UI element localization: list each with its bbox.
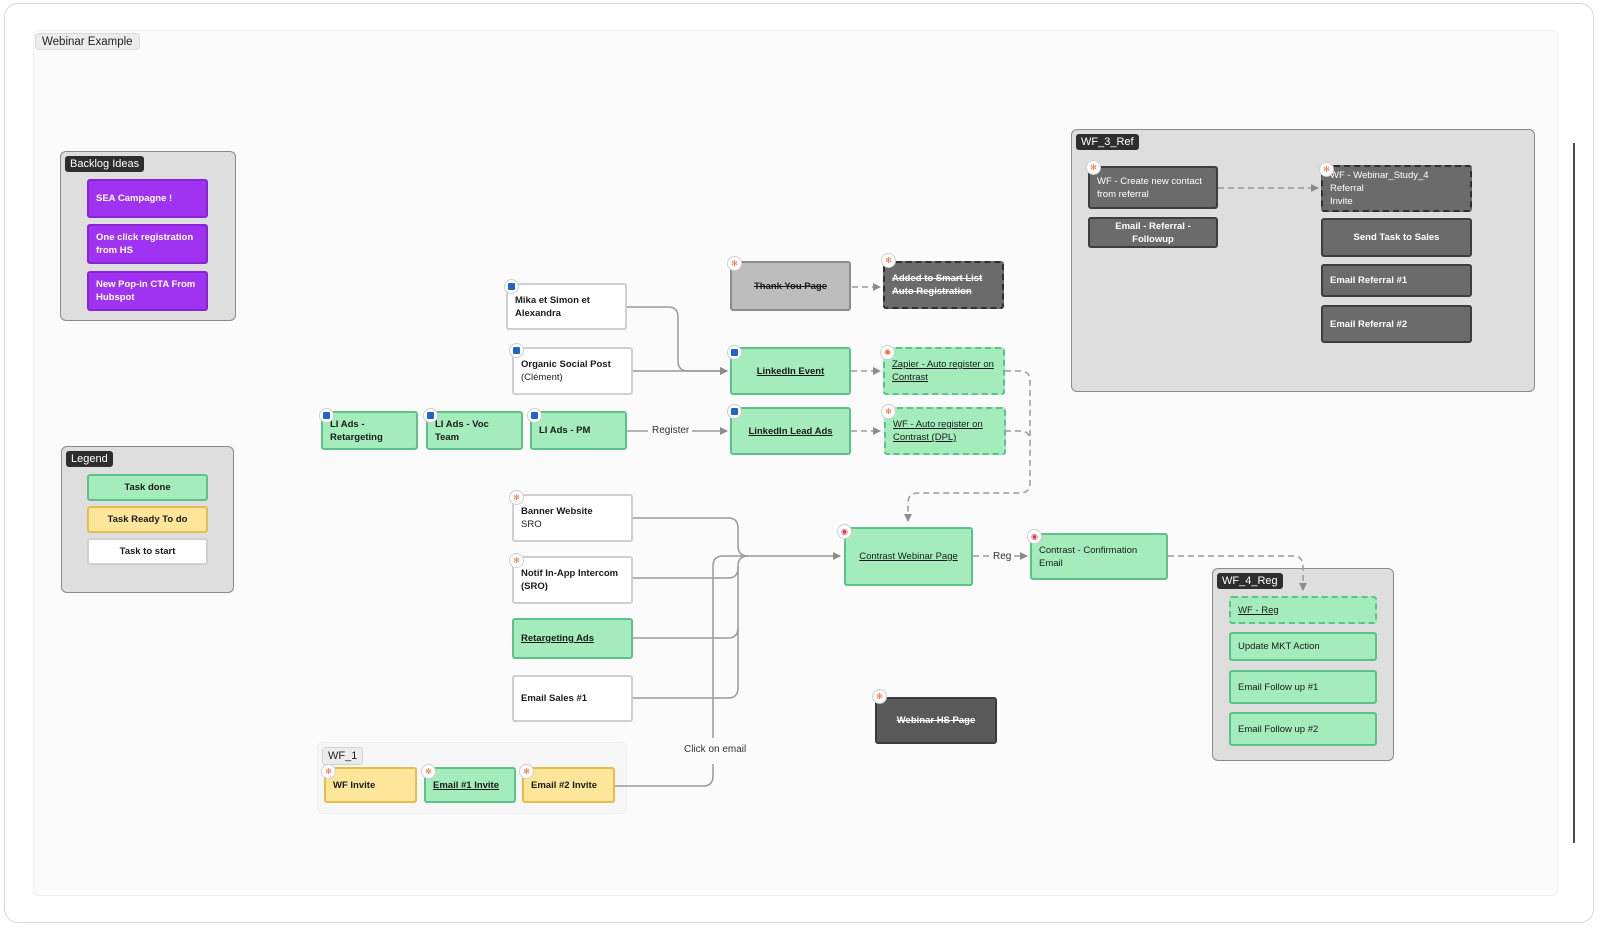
node-email-1-invite[interactable]: Email #1 Invite [424, 767, 516, 803]
node-linkedin-event[interactable]: LinkedIn Event [730, 347, 851, 395]
hubspot-icon: ✻ [421, 764, 436, 779]
backlog-card[interactable]: New Pop-in CTA From Hubspot [87, 271, 208, 311]
node-email-referral-followup[interactable]: Email - Referral - Followup [1088, 217, 1218, 248]
hubspot-icon: ✻ [321, 764, 336, 779]
contrast-icon: ◉ [1027, 529, 1042, 544]
edge-mika-to-li-event [627, 306, 728, 375]
hubspot-icon: ✻ [509, 553, 524, 568]
edge-click-email-to-webinar [712, 555, 748, 738]
node-notif-intercom[interactable]: Notif In-App Intercom (SRO) [512, 556, 633, 604]
linkedin-icon [527, 408, 542, 423]
backlog-card[interactable]: SEA Campagne ! [87, 179, 208, 218]
node-send-task-to-sales[interactable]: Send Task to Sales [1321, 218, 1472, 257]
edge-label-reg: Reg [991, 551, 1014, 563]
linkedin-icon [319, 408, 334, 423]
node-wf-auto-register[interactable]: WF - Auto register on Contrast (DPL) [884, 407, 1006, 455]
node-contrast-webinar-page[interactable]: Contrast Webinar Page [844, 527, 973, 586]
connector-layer [615, 184, 1319, 787]
node-mika-simon-alexandra[interactable]: Mika et Simon et Alexandra [506, 283, 627, 330]
hubspot-icon: ✻ [509, 490, 524, 505]
node-thank-you-page[interactable]: Thank You Page [730, 261, 851, 311]
node-wf-create-contact-referral[interactable]: WF - Create new contact from referral [1088, 166, 1218, 209]
node-email-referral-2[interactable]: Email Referral #2 [1321, 305, 1472, 343]
hubspot-icon: ✻ [872, 689, 887, 704]
legend-task-to-start[interactable]: Task to start [87, 538, 208, 565]
node-contrast-confirmation-email[interactable]: Contrast - Confirmation Email [1030, 533, 1168, 580]
linkedin-icon [509, 343, 524, 358]
edge-retarget-to-webinar [633, 566, 739, 639]
edge-banner-to-webinar [633, 517, 841, 560]
node-update-mkt-action[interactable]: Update MKT Action [1229, 632, 1377, 661]
node-email-follow-up-2[interactable]: Email Follow up #2 [1229, 712, 1377, 746]
contrast-icon: ◉ [837, 524, 852, 539]
edge-email2-to-webinar [615, 764, 714, 787]
edge-label-register: Register [650, 425, 692, 437]
node-added-to-smart-list[interactable]: Added to Smart List Auto Registration [883, 261, 1004, 309]
legend-task-ready[interactable]: Task Ready To do [87, 506, 208, 533]
node-webinar-hs-page[interactable]: Webinar HS Page [875, 697, 997, 744]
hubspot-icon: ✻ [881, 404, 896, 419]
node-banner-website[interactable]: Banner Website SRO [512, 494, 633, 542]
linkedin-icon [504, 279, 519, 294]
hubspot-icon: ✻ [519, 764, 534, 779]
node-email-2-invite[interactable]: Email #2 Invite [522, 767, 615, 803]
node-zapier-auto-register[interactable]: Zapier - Auto register on Contrast [883, 347, 1005, 395]
linkedin-icon [423, 408, 438, 423]
node-email-follow-up-1[interactable]: Email Follow up #1 [1229, 670, 1377, 704]
node-linkedin-lead-ads[interactable]: LinkedIn Lead Ads [730, 407, 851, 455]
node-li-ads-retargeting[interactable]: LI Ads - Retargeting [321, 411, 418, 450]
edge-confirmation-to-wf-reg [1168, 555, 1307, 591]
node-email-sales-1[interactable]: Email Sales #1 [512, 675, 633, 722]
node-email-referral-1[interactable]: Email Referral #1 [1321, 264, 1472, 297]
edge-notif-to-webinar [633, 555, 749, 579]
node-retargeting-ads[interactable]: Retargeting Ads [512, 618, 633, 659]
node-organic-social-post[interactable]: Organic Social Post (Clément) [512, 347, 633, 395]
legend-task-done[interactable]: Task done [87, 474, 208, 501]
node-wf-invite[interactable]: WF Invite [324, 767, 417, 803]
edge-wf-auto-to-webinar [1005, 430, 1031, 442]
node-wf-reg[interactable]: WF - Reg [1229, 596, 1377, 624]
hubspot-icon: ✻ [727, 256, 742, 271]
node-wf-webinar-study-referral[interactable]: WF - Webinar_Study_4 Referral Invite [1321, 165, 1472, 212]
edge-label-click-on-email: Click on email [682, 744, 749, 756]
zapier-icon: ✺ [880, 345, 895, 360]
node-li-ads-pm[interactable]: LI Ads - PM [530, 411, 627, 450]
linkedin-icon [727, 404, 742, 419]
backlog-card[interactable]: One click registration from HS [87, 224, 208, 264]
linkedin-icon [727, 345, 742, 360]
hubspot-icon: ✻ [881, 253, 896, 268]
hubspot-icon: ✻ [1319, 162, 1334, 177]
node-li-ads-voc-team[interactable]: LI Ads - Voc Team [426, 411, 523, 450]
hubspot-icon: ✻ [1086, 160, 1101, 175]
